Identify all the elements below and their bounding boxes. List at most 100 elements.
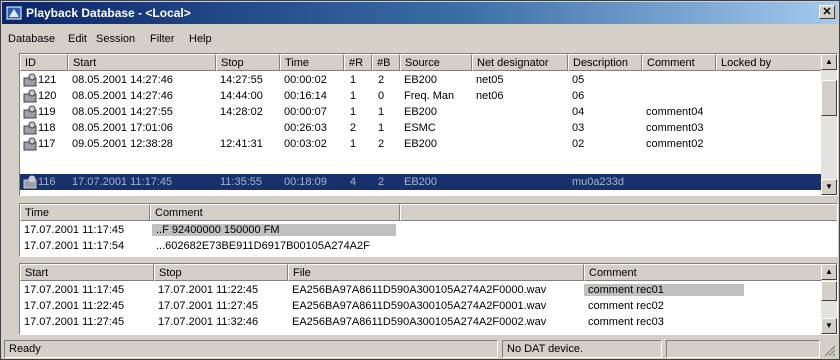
col-comment[interactable]: Comment [584, 264, 822, 281]
scroll-thumb[interactable] [821, 80, 837, 116]
cell-id: 117 [38, 138, 56, 150]
cell-stop: 14:44:00 [220, 90, 263, 102]
cell-comment: comment04 [646, 106, 704, 118]
menu-database[interactable]: Database [8, 33, 55, 45]
scroll-up-icon[interactable]: ▲ [821, 54, 837, 70]
col-stop[interactable]: Stop [154, 264, 288, 281]
cell-stop: 14:27:55 [220, 74, 263, 86]
list-item[interactable]: 17.07.2001 11:17:45 ..F 92400000 150000 … [20, 222, 837, 238]
table-row[interactable]: 119 08.05.2001 14:27:55 14:28:02 00:00:0… [20, 104, 837, 120]
cell-description: 05 [572, 74, 585, 86]
cell-time: 17.07.2001 11:17:45 [24, 224, 125, 236]
menu-help[interactable]: Help [189, 33, 212, 45]
cell-comment: comment03 [646, 122, 704, 134]
col-description[interactable]: Description [568, 54, 642, 71]
cell-r: 1 [350, 138, 357, 150]
recordings-scrollbar[interactable]: ▲ ▼ [821, 54, 837, 195]
cell-description: 04 [572, 106, 585, 118]
scroll-down-icon[interactable]: ▼ [821, 318, 837, 334]
table-row[interactable]: 17.07.2001 11:22:45 17.07.2001 11:27:45 … [20, 298, 837, 314]
cell-file: EA256BA97A8611D590A300105A274A2F0002.wav [292, 316, 547, 328]
cell-stop: 17.07.2001 11:22:45 [158, 284, 259, 296]
cell-r: 1 [350, 106, 357, 118]
col-id[interactable]: ID [20, 54, 68, 71]
recordings-list[interactable]: ID Start Stop Time #R #B Source Net desi… [19, 53, 838, 196]
col-start[interactable]: Start [68, 54, 216, 71]
scroll-up-icon[interactable]: ▲ [821, 264, 837, 280]
cell-stop: 11:35:55 [220, 176, 263, 188]
col-start[interactable]: Start [20, 264, 154, 281]
cell-b: 1 [378, 106, 385, 118]
table-row[interactable]: 120 08.05.2001 14:27:46 14:44:00 00:16:1… [20, 88, 837, 104]
cell-description: mu0a233d [572, 176, 624, 188]
resize-grip-icon[interactable] [824, 345, 836, 357]
files-scrollbar[interactable]: ▲ ▼ [821, 264, 837, 334]
recording-icon [23, 137, 37, 151]
table-row[interactable]: 17.07.2001 11:17:45 17.07.2001 11:22:45 … [20, 282, 837, 298]
col-time[interactable]: Time [20, 204, 150, 221]
cell-time: 00:00:07 [284, 106, 327, 118]
col-b[interactable]: #B [372, 54, 400, 71]
col-stop[interactable]: Stop [216, 54, 280, 71]
cell-b: 1 [378, 122, 385, 134]
col-file[interactable]: File [288, 264, 584, 281]
cell-description: 03 [572, 122, 585, 134]
cell-source: Freq. Man [404, 90, 455, 102]
menu-bar: Database Edit Session Filter Help [2, 31, 838, 49]
cell-b: 2 [378, 176, 385, 188]
recording-icon [23, 121, 37, 135]
status-bar: Ready No DAT device. [2, 339, 838, 359]
cell-start: 08.05.2001 17:01:06 [72, 122, 173, 134]
title-bar[interactable]: Playback Database - <Local> ✕ [2, 2, 838, 24]
table-row[interactable]: 117 09.05.2001 12:38:28 12:41:31 00:03:0… [20, 136, 837, 152]
cell-id: 116 [38, 176, 56, 188]
device-status: No DAT device. [502, 340, 662, 358]
scroll-down-icon[interactable]: ▼ [821, 179, 837, 195]
comments-list[interactable]: Time Comment 17.07.2001 11:17:45 ..F 924… [19, 203, 838, 257]
recording-icon [23, 175, 37, 189]
col-time[interactable]: Time [280, 54, 344, 71]
cell-time: 00:03:02 [284, 138, 327, 150]
table-row[interactable]: 121 08.05.2001 14:27:46 14:27:55 00:00:0… [20, 72, 837, 88]
cell-start: 17.07.2001 11:22:45 [24, 300, 125, 312]
header-filler [400, 204, 837, 221]
close-button[interactable]: ✕ [819, 5, 835, 19]
cell-source: EB200 [404, 176, 438, 188]
menu-edit[interactable]: Edit [68, 33, 87, 45]
table-row[interactable]: 17.07.2001 11:27:45 17.07.2001 11:32:46 … [20, 314, 837, 330]
status-text: Ready [4, 340, 498, 358]
cell-id: 120 [38, 90, 57, 102]
cell-time: 00:00:02 [284, 74, 327, 86]
cell-comment: ..F 92400000 150000 FM [152, 224, 396, 236]
col-net-designator[interactable]: Net designator [472, 54, 568, 71]
cell-comment: comment rec02 [588, 300, 664, 312]
menu-filter[interactable]: Filter [150, 33, 174, 45]
cell-b: 2 [378, 74, 385, 86]
menu-session[interactable]: Session [96, 33, 135, 45]
cell-stop: 17.07.2001 11:32:46 [158, 316, 259, 328]
cell-start: 08.05.2001 14:27:46 [72, 74, 173, 86]
files-list[interactable]: Start Stop File Comment 17.07.2001 11:17… [19, 263, 838, 335]
col-r[interactable]: #R [344, 54, 372, 71]
col-source[interactable]: Source [400, 54, 472, 71]
cell-id: 119 [38, 106, 56, 118]
col-comment[interactable]: Comment [150, 204, 400, 221]
cell-r: 2 [350, 122, 357, 134]
cell-start: 08.05.2001 14:27:55 [72, 106, 173, 118]
col-locked-by[interactable]: Locked by [716, 54, 822, 71]
cell-time: 17.07.2001 11:17:54 [24, 240, 125, 252]
list-item[interactable]: 17.07.2001 11:17:54 ...602682E73BE911D69… [20, 238, 837, 254]
cell-start: 17.07.2001 11:17:45 [24, 284, 125, 296]
cell-stop: 14:28:02 [220, 106, 263, 118]
cell-net: net05 [476, 74, 504, 86]
cell-comment: comment02 [646, 138, 704, 150]
cell-b: 0 [378, 90, 385, 102]
playback-database-window: Playback Database - <Local> ✕ Database E… [0, 0, 840, 360]
table-row-selected[interactable]: 116 17.07.2001 11:17:45 11:35:55 00:18:0… [20, 174, 822, 190]
cell-time: 00:18:09 [284, 176, 327, 188]
cell-description: 06 [572, 90, 585, 102]
col-comment[interactable]: Comment [642, 54, 716, 71]
scroll-thumb[interactable] [821, 281, 837, 301]
cell-source: EB200 [404, 106, 438, 118]
table-row[interactable]: 118 08.05.2001 17:01:06 00:26:03 2 1 ESM… [20, 120, 837, 136]
